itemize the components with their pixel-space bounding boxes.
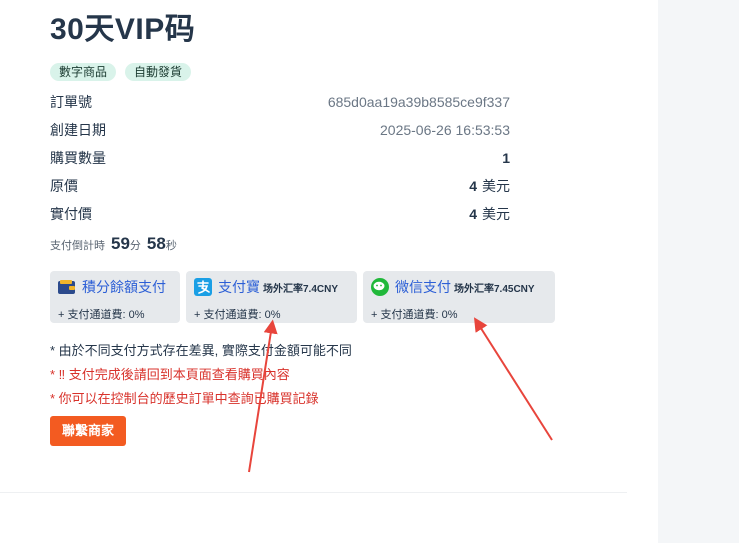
original-price-unit: 美元 bbox=[482, 178, 510, 194]
original-price-value: 4 美元 bbox=[469, 176, 510, 196]
pay-option-fee: + 支付通道費: 0% bbox=[58, 309, 145, 321]
paid-price-amount: 4 bbox=[469, 206, 477, 222]
original-price-label: 原價 bbox=[50, 178, 78, 194]
pay-option-wechat[interactable]: 微信支付 场外汇率7.45CNY + 支付通道費: 0% bbox=[363, 271, 555, 323]
countdown-seconds-group: 58秒 bbox=[147, 234, 177, 254]
pay-option-fee: + 支付通道費: 0% bbox=[194, 309, 281, 321]
countdown-seconds-unit: 秒 bbox=[165, 240, 177, 252]
quantity-number: 1 bbox=[502, 150, 510, 166]
created-date-label: 創建日期 bbox=[50, 122, 106, 138]
payment-notes: * 由於不同支付方式存在差異, 實際支付金額可能不同 * ‼ 支付完成後請回到本… bbox=[50, 339, 352, 411]
pay-option-fee: + 支付通道費: 0% bbox=[371, 309, 458, 321]
paid-price-unit: 美元 bbox=[482, 206, 510, 222]
quantity-label: 購買數量 bbox=[50, 150, 106, 166]
pay-option-name: 支付寶 bbox=[218, 279, 260, 295]
paid-price-label: 實付價 bbox=[50, 206, 92, 222]
countdown-seconds: 58 bbox=[146, 234, 166, 253]
paid-price-row: 實付價 4 美元 bbox=[50, 204, 510, 224]
order-number-row: 訂單號 685d0aa19a39b8585ce9f337 bbox=[50, 92, 510, 112]
pay-option-alipay[interactable]: 支付寶 场外汇率7.4CNY + 支付通道費: 0% bbox=[186, 271, 357, 323]
note-order-history: * 你可以在控制台的歷史訂單中查詢已購買記錄 bbox=[50, 391, 319, 406]
tag-digital-goods: 數字商品 bbox=[50, 63, 117, 81]
pay-option-name: 積分餘額支付 bbox=[82, 279, 166, 295]
original-price-row: 原價 4 美元 bbox=[50, 176, 510, 196]
paid-price-value: 4 美元 bbox=[469, 204, 510, 224]
created-date-row: 創建日期 2025-06-26 16:53:53 bbox=[50, 120, 510, 140]
quantity-value: 1 bbox=[502, 150, 510, 166]
note-price-difference: * 由於不同支付方式存在差異, 實際支付金額可能不同 bbox=[50, 343, 352, 358]
contact-merchant-button[interactable]: 聯繫商家 bbox=[50, 416, 127, 446]
product-tags: 數字商品 自動發貨 bbox=[50, 63, 192, 81]
right-side-panel bbox=[658, 0, 739, 543]
created-date-value: 2025-06-26 16:53:53 bbox=[380, 122, 510, 138]
product-title: 30天VIP码 bbox=[50, 13, 196, 46]
countdown-minutes-unit: 分 bbox=[129, 240, 141, 252]
bottom-divider bbox=[0, 492, 627, 493]
order-number-label: 訂單號 bbox=[50, 94, 92, 110]
pay-option-rate: 场外汇率7.45CNY bbox=[454, 283, 535, 295]
alipay-icon bbox=[194, 278, 212, 296]
quantity-row: 購買數量 1 bbox=[50, 148, 510, 168]
pay-option-points-balance[interactable]: 積分餘額支付 + 支付通道費: 0% bbox=[50, 271, 180, 323]
annotation-arrow-wechat bbox=[473, 317, 553, 441]
tag-auto-delivery: 自動發貨 bbox=[125, 63, 192, 81]
pay-option-name: 微信支付 bbox=[395, 279, 451, 295]
countdown-minutes-group: 59分 bbox=[111, 234, 141, 254]
pay-option-rate: 场外汇率7.4CNY bbox=[263, 283, 339, 295]
note-return-after-payment: * ‼ 支付完成後請回到本頁面查看購買內容 bbox=[50, 367, 290, 382]
wallet-icon bbox=[58, 280, 76, 294]
countdown-label: 支付倒計時 bbox=[50, 240, 105, 252]
wechat-icon bbox=[371, 278, 389, 296]
original-price-amount: 4 bbox=[469, 178, 477, 194]
payment-countdown: 支付倒計時 59分 58秒 bbox=[50, 234, 177, 256]
order-number-value: 685d0aa19a39b8585ce9f337 bbox=[327, 94, 510, 110]
countdown-minutes: 59 bbox=[111, 234, 130, 253]
